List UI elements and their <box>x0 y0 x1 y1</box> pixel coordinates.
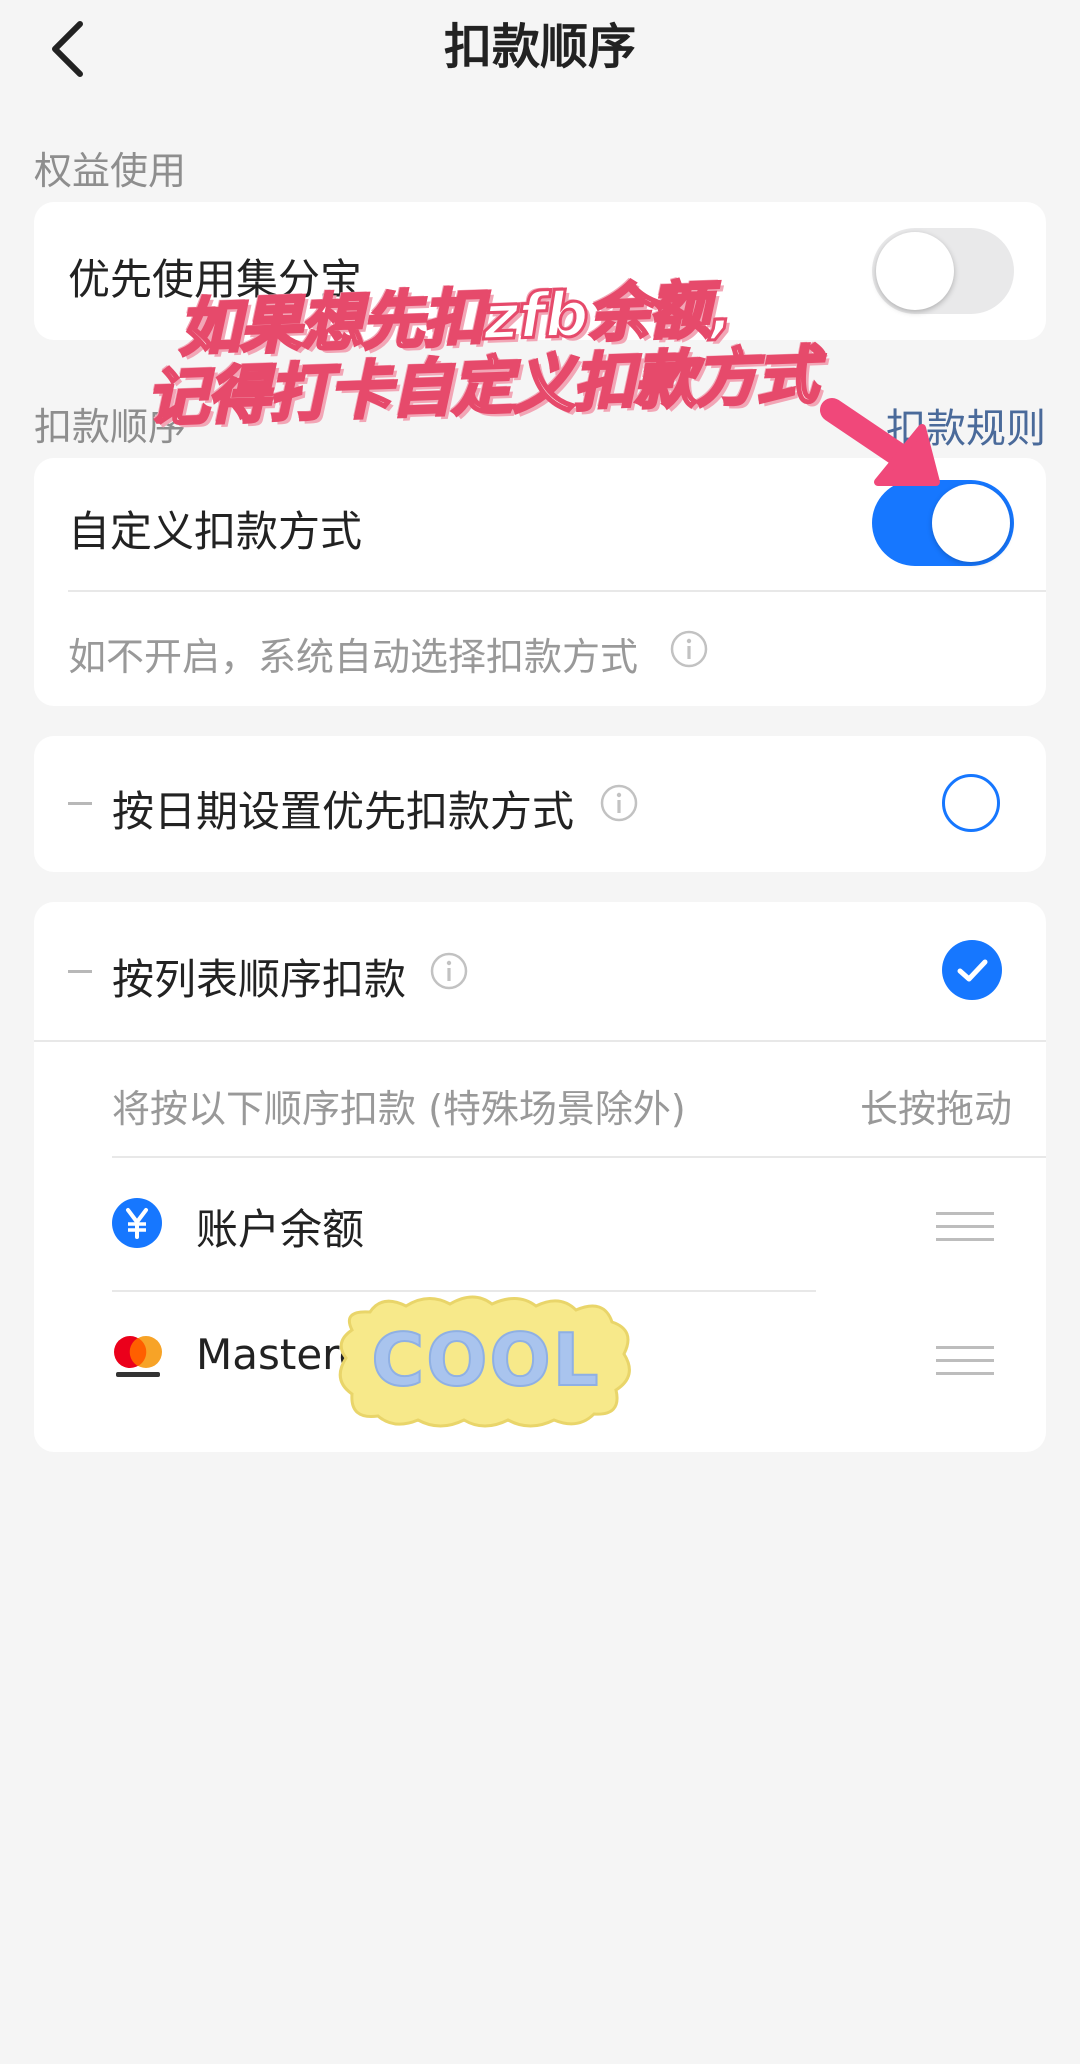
info-icon[interactable] <box>430 952 468 990</box>
custom-deduction-hint: 如不开启，系统自动选择扣款方式 <box>68 635 639 679</box>
yuan-icon <box>112 1198 162 1248</box>
by-date-card[interactable]: 按日期设置优先扣款方式 <box>34 736 1046 872</box>
dash-marker <box>68 970 92 973</box>
by-date-radio[interactable] <box>942 774 1000 832</box>
section-label-benefits: 权益使用 <box>34 149 187 193</box>
toggle-knob <box>932 484 1010 562</box>
jifenbao-toggle[interactable] <box>872 228 1014 314</box>
checkmark-icon <box>957 959 988 982</box>
info-icon[interactable] <box>600 784 638 822</box>
drag-handle-icon[interactable] <box>936 1212 994 1242</box>
info-icon[interactable] <box>670 630 708 668</box>
toggle-knob <box>876 232 954 310</box>
drag-handle-icon[interactable] <box>936 1346 994 1376</box>
page-title: 扣款顺序 <box>443 19 636 75</box>
by-list-label: 按列表顺序扣款 <box>112 955 407 1004</box>
divider <box>34 1040 1046 1042</box>
custom-deduction-label: 自定义扣款方式 <box>68 507 363 556</box>
sticker-text: COOL <box>370 1317 601 1403</box>
arrow-icon <box>820 398 940 486</box>
order-subtitle: 将按以下顺序扣款 (特殊场景除外) <box>112 1087 686 1131</box>
drag-hint: 长按拖动 <box>859 1087 1012 1131</box>
dash-marker <box>68 802 92 805</box>
custom-deduction-card: 自定义扣款方式 如不开启，系统自动选择扣款方式 <box>34 458 1046 706</box>
divider <box>68 590 1046 592</box>
cool-sticker: COOL <box>332 1290 640 1432</box>
payment-item-label: 账户余额 <box>196 1205 365 1254</box>
payment-item-balance[interactable]: 账户余额 <box>34 1158 1046 1288</box>
mastercard-icon <box>114 1336 162 1377</box>
by-list-radio[interactable] <box>942 940 1002 1000</box>
by-date-label: 按日期设置优先扣款方式 <box>112 787 575 836</box>
